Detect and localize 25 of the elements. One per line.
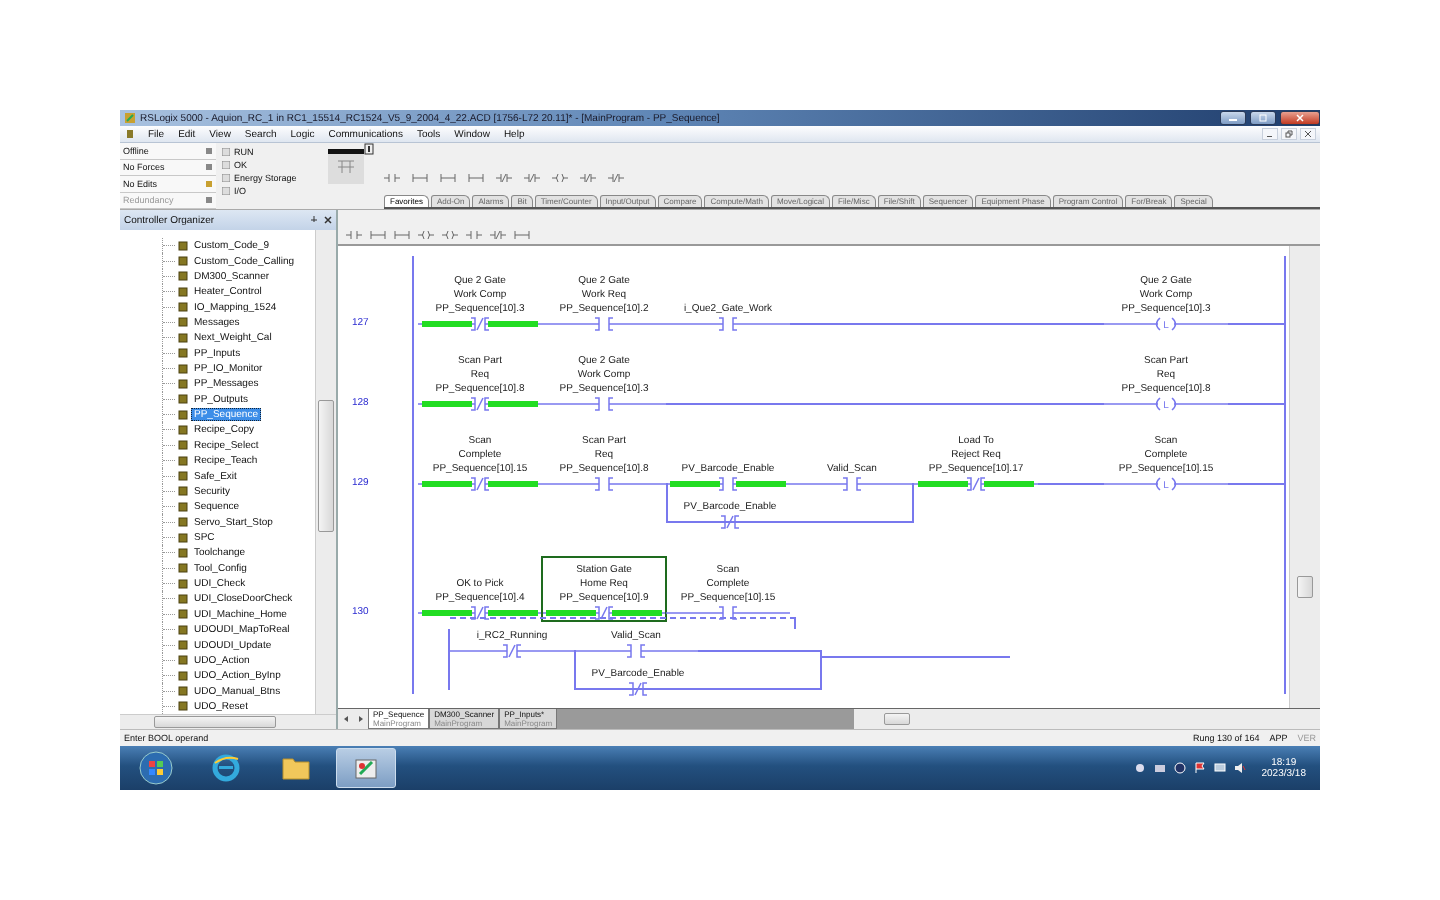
scrollbar[interactable] xyxy=(120,714,336,729)
app-icon xyxy=(124,112,136,124)
document-icon xyxy=(126,129,134,139)
scroll-right-icon xyxy=(357,715,364,723)
scrollbar[interactable] xyxy=(315,230,336,714)
restore-button[interactable] xyxy=(1281,128,1297,140)
taskbar-app[interactable] xyxy=(336,748,396,788)
controller-icon xyxy=(328,149,364,185)
minimize-button[interactable] xyxy=(1220,111,1246,125)
scrollbar[interactable] xyxy=(854,709,1320,729)
monitor-icon xyxy=(1213,762,1226,774)
minimize-icon xyxy=(1228,114,1238,122)
maximize-button[interactable] xyxy=(1250,111,1276,125)
folder-icon xyxy=(281,755,311,781)
close-icon xyxy=(1295,114,1305,122)
close-icon xyxy=(324,216,332,224)
close-button[interactable] xyxy=(1280,111,1320,125)
app-icon xyxy=(352,754,380,782)
flag-icon xyxy=(1193,762,1206,774)
start-icon xyxy=(139,751,173,785)
browser-icon xyxy=(211,753,241,783)
scrollbar[interactable] xyxy=(1289,246,1320,708)
speaker-icon xyxy=(1233,762,1246,774)
tray-icon xyxy=(1133,762,1146,774)
scroll-left-icon xyxy=(342,715,349,723)
